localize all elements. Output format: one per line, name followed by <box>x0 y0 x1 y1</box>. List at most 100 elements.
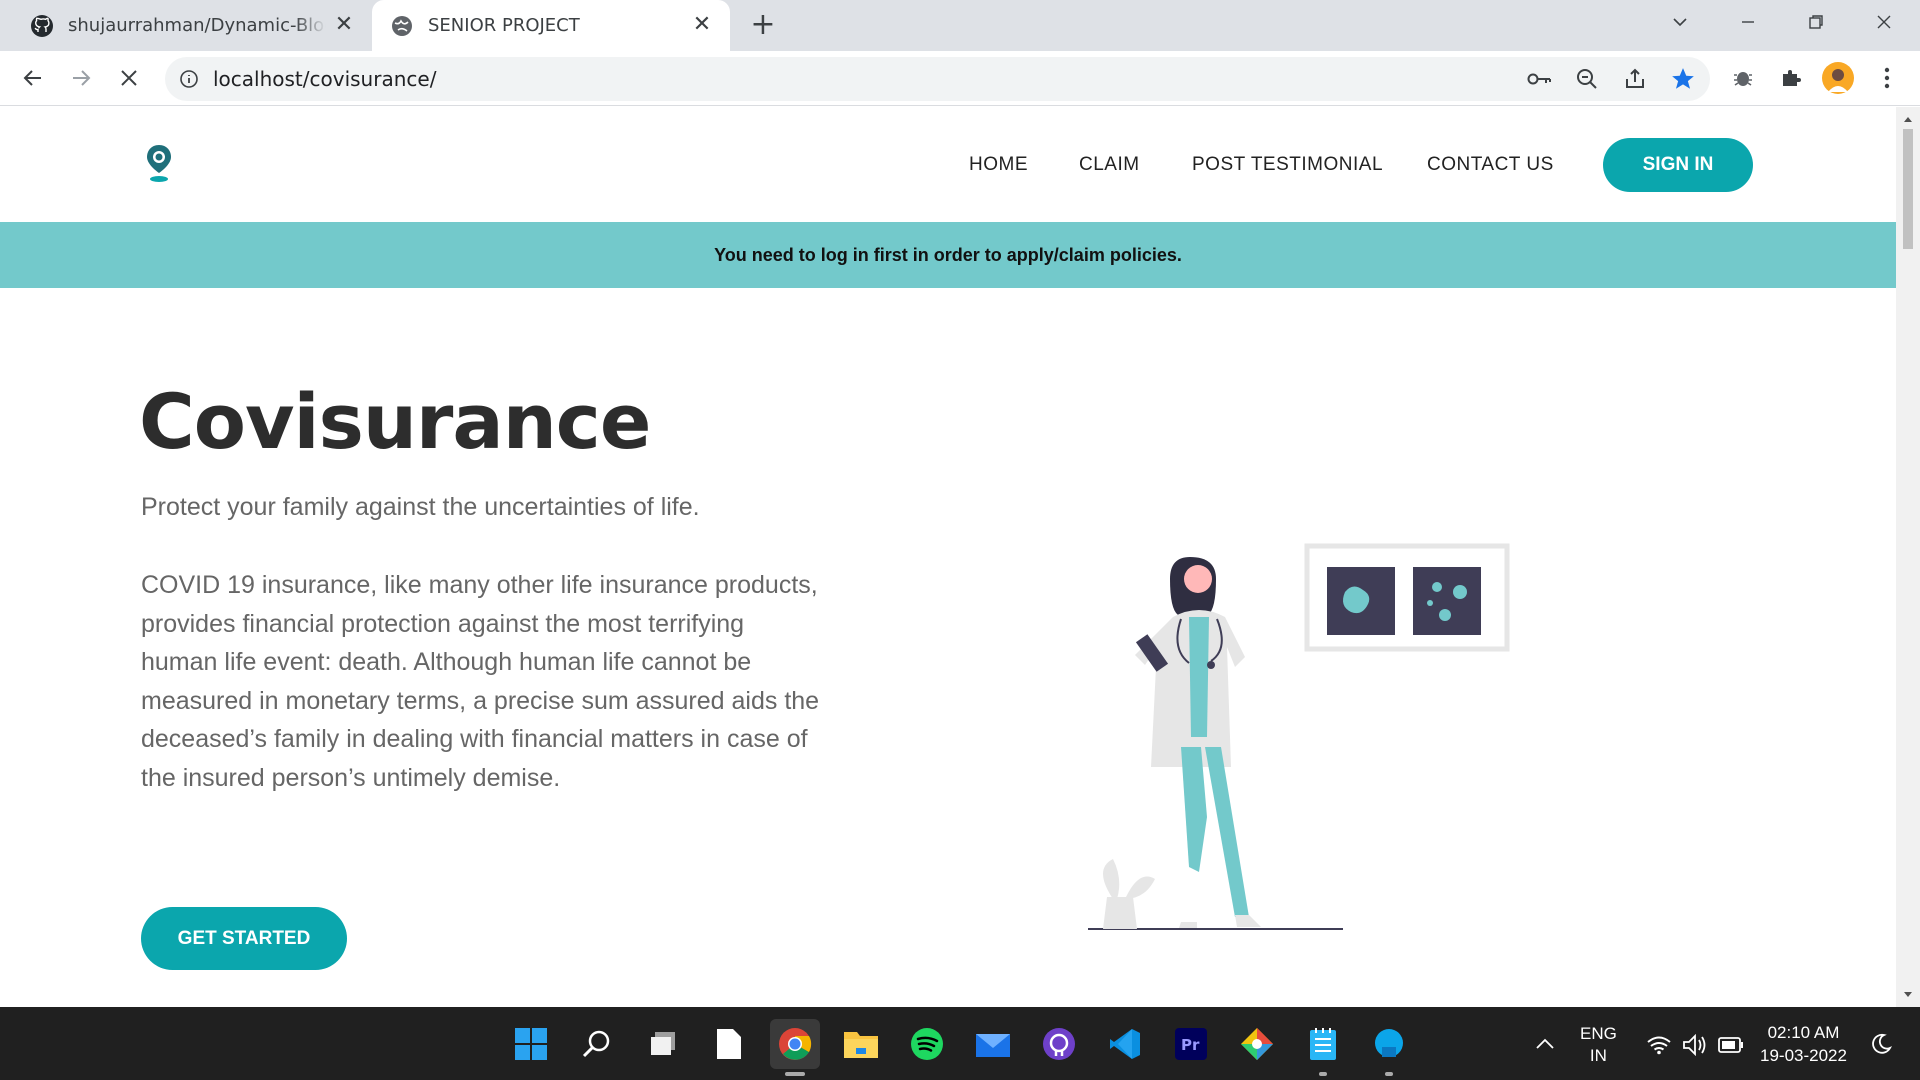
profile-avatar[interactable] <box>1822 62 1854 94</box>
taskbar-premiere-pro[interactable]: Pr <box>1166 1019 1216 1069</box>
task-view-button[interactable] <box>638 1019 688 1069</box>
start-button[interactable] <box>506 1019 556 1069</box>
clock[interactable]: 02:10 AM 19-03-2022 <box>1760 1021 1847 1067</box>
volume-icon[interactable] <box>1682 1034 1708 1056</box>
zoom-out-icon[interactable] <box>1575 67 1599 91</box>
vscode-icon <box>1110 1029 1140 1059</box>
stop-x-icon <box>121 70 137 86</box>
taskbar-notepad-file[interactable] <box>704 1019 754 1069</box>
taskbar-chrome[interactable] <box>770 1019 820 1069</box>
language-region: IN <box>1589 1046 1607 1065</box>
arrow-right-icon <box>73 70 91 86</box>
chevron-up-icon <box>1536 1038 1554 1049</box>
page-scrollbar[interactable] <box>1896 107 1920 1007</box>
close-icon <box>1877 15 1891 29</box>
url-text[interactable]: localhost/covisurance/ <box>213 67 436 91</box>
focus-assist-moon-icon[interactable] <box>1870 1033 1892 1055</box>
cloud-app-icon <box>1375 1029 1403 1057</box>
clock-time: 02:10 AM <box>1767 1023 1840 1042</box>
hero-subtitle: Protect your family against the uncertai… <box>141 493 700 521</box>
git-diamond-icon <box>1241 1028 1273 1060</box>
minimize-icon <box>1742 21 1754 23</box>
file-icon <box>717 1029 741 1059</box>
chrome-icon <box>779 1028 812 1060</box>
taskbar-mail[interactable] <box>968 1019 1018 1069</box>
key-icon[interactable] <box>1527 69 1553 89</box>
taskbar-vscode[interactable] <box>1100 1019 1150 1069</box>
clock-date: 19-03-2022 <box>1760 1046 1847 1065</box>
get-started-button[interactable]: GET STARTED <box>141 907 347 970</box>
avatar-icon <box>1828 69 1848 92</box>
github-desktop-icon <box>1043 1028 1075 1060</box>
folder-icon <box>844 1032 878 1058</box>
back-button[interactable] <box>18 63 48 93</box>
extensions-button[interactable] <box>1776 63 1806 93</box>
windows-icon <box>515 1028 547 1060</box>
restore-icon <box>1809 15 1823 29</box>
browser-tab-strip: shujaurrahman/Dynamic-Blogger ✕ SENIOR P… <box>0 0 1920 51</box>
nav-post-testimonial[interactable]: POST TESTIMONIAL <box>1192 154 1383 176</box>
new-tab-button[interactable]: + <box>748 10 778 40</box>
forward-button[interactable] <box>66 63 96 93</box>
extension-bug-button[interactable] <box>1728 63 1758 93</box>
input-language-indicator[interactable]: ENG IN <box>1580 1023 1617 1067</box>
premiere-pro-icon: Pr <box>1175 1028 1207 1060</box>
mail-icon <box>976 1034 1010 1057</box>
tab-senior-project[interactable]: SENIOR PROJECT ✕ <box>372 0 730 51</box>
app-running-indicator <box>1385 1072 1393 1076</box>
taskbar-spotify[interactable] <box>902 1019 952 1069</box>
login-alert-banner: You need to log in first in order to app… <box>0 222 1896 288</box>
tab-close-icon[interactable]: ✕ <box>690 13 714 37</box>
tab-search-button[interactable] <box>1652 0 1708 44</box>
show-hidden-icons-button[interactable] <box>1520 1019 1570 1069</box>
tab-title: SENIOR PROJECT <box>428 15 580 36</box>
arrow-left-icon <box>23 70 41 86</box>
wifi-icon[interactable] <box>1646 1035 1672 1055</box>
minimize-button[interactable] <box>1720 0 1776 44</box>
battery-icon[interactable] <box>1718 1037 1744 1053</box>
globe-icon <box>392 15 412 36</box>
browser-toolbar: localhost/covisurance/ <box>0 51 1920 106</box>
close-window-button[interactable] <box>1856 0 1912 44</box>
search-icon <box>582 1030 610 1058</box>
more-vertical-icon <box>1884 67 1890 89</box>
page-viewport: HOME CLAIM POST TESTIMONIAL CONTACT US S… <box>0 107 1896 1007</box>
scroll-up-icon[interactable] <box>1903 115 1913 123</box>
notepad-icon <box>1310 1028 1336 1060</box>
doctor-illustration <box>1088 543 1510 930</box>
scrollbar-thumb[interactable] <box>1903 129 1913 249</box>
nav-home[interactable]: HOME <box>969 154 1028 176</box>
covisurance-logo-icon[interactable] <box>144 143 174 183</box>
share-icon[interactable] <box>1623 67 1647 91</box>
chrome-menu-button[interactable] <box>1872 63 1902 93</box>
stop-button[interactable] <box>114 63 144 93</box>
search-button[interactable] <box>572 1019 622 1069</box>
tab-close-icon[interactable]: ✕ <box>332 13 356 37</box>
taskbar-file-explorer[interactable] <box>836 1019 886 1069</box>
nav-claim[interactable]: CLAIM <box>1079 154 1140 176</box>
scroll-down-icon[interactable] <box>1903 991 1913 999</box>
taskbar-gitkraken[interactable] <box>1232 1019 1282 1069</box>
taskbar-notepad[interactable] <box>1298 1019 1348 1069</box>
info-icon[interactable] <box>179 69 199 89</box>
language-code: ENG <box>1580 1024 1617 1043</box>
tab-github[interactable]: shujaurrahman/Dynamic-Blogger ✕ <box>0 0 372 51</box>
bug-icon <box>1734 72 1752 86</box>
alert-text: You need to log in first in order to app… <box>714 244 1182 265</box>
taskbar-edge-app[interactable] <box>1364 1019 1414 1069</box>
nav-contact-us[interactable]: CONTACT US <box>1427 154 1554 176</box>
svg-text:Pr: Pr <box>1181 1036 1200 1054</box>
sign-in-button[interactable]: SIGN IN <box>1603 138 1753 192</box>
restore-button[interactable] <box>1788 0 1844 44</box>
tab-title: shujaurrahman/Dynamic-Blogger <box>68 15 326 36</box>
hero-title: Covisurance <box>139 377 651 466</box>
spotify-icon <box>911 1028 943 1060</box>
windows-taskbar: Pr ENG IN 02:10 AM 19-03-2022 <box>0 1007 1920 1080</box>
chevron-down-icon <box>1673 18 1687 27</box>
taskbar-github-desktop[interactable] <box>1034 1019 1084 1069</box>
task-view-icon <box>651 1032 675 1055</box>
bookmark-star-icon[interactable] <box>1670 66 1696 92</box>
github-icon <box>31 14 53 37</box>
puzzle-icon <box>1783 70 1801 86</box>
address-bar[interactable]: localhost/covisurance/ <box>165 57 1710 101</box>
